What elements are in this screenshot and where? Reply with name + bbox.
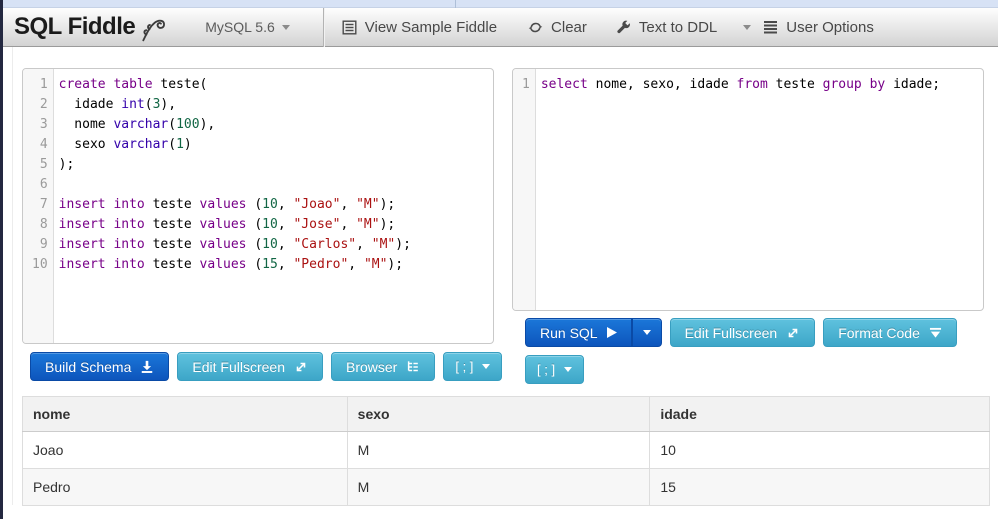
query-editor-code[interactable]: select nome, sexo, idade from teste grou…: [536, 69, 983, 310]
chevron-down-icon: [564, 367, 572, 372]
fullscreen-expand-icon: [786, 326, 800, 340]
line-number: 1: [522, 75, 530, 95]
browser-button[interactable]: Browser: [331, 352, 435, 381]
results-column-header: idade: [650, 397, 990, 432]
format-code-button[interactable]: Format Code: [823, 318, 957, 347]
button-label: [ ; ]: [455, 359, 473, 374]
play-icon: [607, 327, 617, 338]
button-label: Format Code: [838, 325, 920, 341]
button-label: Edit Fullscreen: [192, 359, 285, 375]
query-delimiter-button[interactable]: [ ; ]: [525, 355, 584, 384]
schema-browser-tree-icon: [406, 360, 420, 374]
header-divider: [323, 8, 324, 47]
query-button-row: Run SQL Edit Fullscreen Format Code: [525, 318, 957, 347]
table-cell: M: [347, 432, 650, 469]
chevron-down-icon: [482, 364, 490, 369]
line-number: 5: [32, 155, 48, 175]
schema-delimiter-button[interactable]: [ ; ]: [443, 352, 502, 381]
chevron-down-icon: [643, 330, 651, 335]
code-line: insert into teste values (15, "Pedro", "…: [59, 255, 493, 275]
logo-text: SQL Fiddle: [14, 13, 135, 41]
code-line: );: [59, 155, 493, 175]
menu-item-label: View Sample Fiddle: [365, 19, 497, 36]
menu-item-label: Clear: [551, 19, 587, 36]
db-version-dropdown[interactable]: MySQL 5.6: [205, 19, 290, 35]
code-line: insert into teste values (10, "Carlos", …: [59, 235, 493, 255]
window-left-edge: [0, 0, 3, 519]
download-icon: [140, 360, 154, 374]
format-filter-icon: [929, 327, 942, 339]
line-number: 9: [32, 235, 48, 255]
query-button-row-2: [ ; ]: [525, 355, 584, 384]
line-number: 6: [32, 175, 48, 195]
browser-top-strip: [0, 0, 998, 8]
button-label: Build Schema: [45, 359, 131, 375]
button-label: [ ; ]: [537, 362, 555, 377]
line-number: 7: [32, 195, 48, 215]
line-number: 1: [32, 75, 48, 95]
line-number: 10: [32, 255, 48, 275]
button-label: Browser: [346, 359, 397, 375]
refresh-icon: [528, 20, 543, 35]
table-row: PedroM15: [23, 469, 990, 506]
table-row: JoaoM10: [23, 432, 990, 469]
app-header: SQL Fiddle MySQL 5.6 View Sample Fiddle: [0, 8, 998, 47]
clear-button[interactable]: Clear: [528, 19, 587, 36]
chevron-down-icon: [282, 25, 290, 30]
line-number: 4: [32, 135, 48, 155]
table-cell: Pedro: [23, 469, 348, 506]
sample-fiddle-icon: [342, 20, 357, 35]
fiddlehead-fern-icon: [137, 13, 169, 43]
table-cell: Joao: [23, 432, 348, 469]
query-edit-fullscreen-button[interactable]: Edit Fullscreen: [670, 318, 816, 347]
results-header-row: nomesexoidade: [23, 397, 990, 432]
sql-fiddle-logo[interactable]: SQL Fiddle: [14, 11, 169, 43]
line-number: 2: [32, 95, 48, 115]
code-line: select nome, sexo, idade from teste grou…: [541, 75, 983, 95]
code-line: idade int(3),: [59, 95, 493, 115]
table-cell: 15: [650, 469, 990, 506]
run-sql-dropdown-toggle[interactable]: [632, 318, 662, 347]
text-to-ddl-button[interactable]: Text to DDL: [616, 19, 717, 36]
menu-item-label: User Options: [786, 19, 874, 36]
code-line: insert into teste values (10, "Jose", "M…: [59, 215, 493, 235]
build-schema-button[interactable]: Build Schema: [30, 352, 169, 381]
run-sql-button[interactable]: Run SQL: [525, 318, 632, 347]
code-line: create table teste(: [59, 75, 493, 95]
menu-chevron-down-icon[interactable]: [743, 25, 751, 30]
run-sql-split-button: Run SQL: [525, 318, 662, 347]
table-cell: 10: [650, 432, 990, 469]
code-line: sexo varchar(1): [59, 135, 493, 155]
code-line: nome varchar(100),: [59, 115, 493, 135]
db-version-label: MySQL 5.6: [205, 19, 275, 35]
left-faint-divider: [12, 47, 13, 505]
wrench-icon: [616, 20, 631, 35]
menu-item-label: Text to DDL: [639, 19, 717, 36]
schema-editor[interactable]: 12345678910 create table teste( idade in…: [22, 68, 494, 344]
list-icon: [763, 20, 778, 34]
table-cell: M: [347, 469, 650, 506]
results-column-header: nome: [23, 397, 348, 432]
code-line: [59, 175, 493, 195]
user-options-button[interactable]: User Options: [763, 19, 874, 36]
schema-editor-gutter: 12345678910: [23, 69, 54, 343]
button-label: Edit Fullscreen: [685, 325, 778, 341]
button-label: Run SQL: [540, 325, 598, 341]
query-editor[interactable]: 1 select nome, sexo, idade from teste gr…: [512, 68, 984, 311]
schema-editor-code[interactable]: create table teste( idade int(3), nome v…: [54, 69, 493, 343]
results-column-header: sexo: [347, 397, 650, 432]
schema-edit-fullscreen-button[interactable]: Edit Fullscreen: [177, 352, 323, 381]
fullscreen-expand-icon: [294, 360, 308, 374]
view-sample-fiddle-button[interactable]: View Sample Fiddle: [342, 19, 497, 36]
schema-button-row: Build Schema Edit Fullscreen Browser: [30, 352, 502, 381]
line-number: 8: [32, 215, 48, 235]
code-line: insert into teste values (10, "Joao", "M…: [59, 195, 493, 215]
results-table: nomesexoidade JoaoM10PedroM15: [22, 396, 990, 506]
line-number: 3: [32, 115, 48, 135]
query-editor-gutter: 1: [513, 69, 536, 310]
top-strip-divider: [455, 0, 456, 8]
